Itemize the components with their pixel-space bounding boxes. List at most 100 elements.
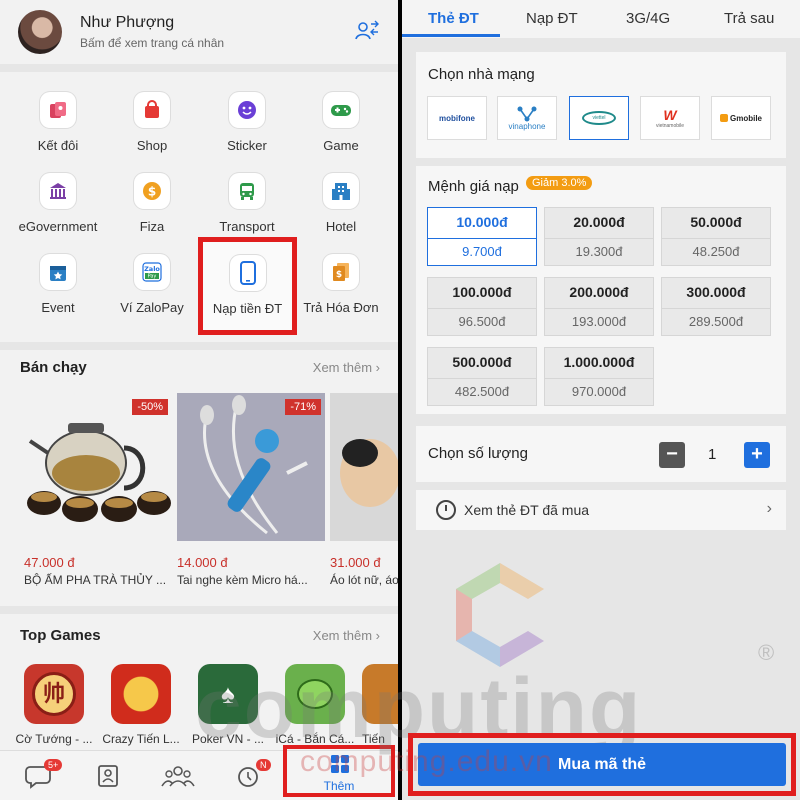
nav-timeline[interactable]: N <box>218 759 278 793</box>
quantity-decrement-button[interactable]: − <box>659 442 685 468</box>
tab-the-dt[interactable]: Thẻ ĐT <box>428 10 479 27</box>
tab-nap-dt[interactable]: Nạp ĐT <box>526 10 578 27</box>
product-price: 14.000 đ <box>177 555 228 570</box>
watermark-logo-icon <box>456 563 544 667</box>
denomination-option[interactable]: 10.000đ 9.700đ <box>427 207 537 266</box>
carrier-vinaphone[interactable]: vinaphone <box>497 96 557 140</box>
see-more-label: Xem thêm <box>312 360 373 375</box>
section-title: Top Games <box>20 627 101 644</box>
carrier-viettel[interactable]: viettel <box>569 96 629 140</box>
sticker-icon <box>229 92 265 128</box>
see-more-link[interactable]: Xem thêm › <box>313 628 380 643</box>
product-card[interactable]: 31.000 đ Áo lót nữ, áo <box>330 393 398 587</box>
carrier-label: viettel <box>592 115 606 121</box>
purchased-cards-row[interactable]: Xem thẻ ĐT đã mua › <box>416 490 786 530</box>
service-nap-tien-dt[interactable]: Nạp tiền ĐT <box>198 237 297 335</box>
denomination-option[interactable]: 300.000đ 289.500đ <box>661 277 771 336</box>
switch-account-icon[interactable] <box>354 18 380 44</box>
quantity-section: Chọn số lượng <box>416 426 786 482</box>
contact-book-icon <box>98 765 118 787</box>
denomination-price: 482.500đ <box>428 378 536 406</box>
game-item[interactable]: 帅 Cờ Tướng - ... <box>14 664 94 746</box>
government-icon <box>40 173 76 209</box>
carrier-mobifone[interactable]: mobifone <box>427 96 487 140</box>
service-shop[interactable]: Shop <box>104 92 200 172</box>
service-label: Ví ZaloPay <box>120 300 184 315</box>
clock-icon <box>436 500 456 520</box>
calendar-star-icon <box>40 254 76 290</box>
service-hotel[interactable]: Hotel <box>293 173 389 253</box>
denomination-option[interactable]: 100.000đ 96.500đ <box>427 277 537 336</box>
quantity-title: Chọn số lượng <box>428 445 528 462</box>
denomination-option[interactable]: 500.000đ 482.500đ <box>427 347 537 406</box>
service-ket-doi[interactable]: Kết đôi <box>10 92 106 172</box>
nav-more-label: Thêm <box>323 779 355 793</box>
nav-contacts[interactable] <box>78 759 138 793</box>
chinese-chess-icon: 帅 <box>24 664 84 724</box>
product-card[interactable]: -50% 47.000 đ BỘ ẤM PHA TRÀ THỦY ... <box>24 393 172 587</box>
game-item[interactable]: Crazy Tiến L... <box>101 664 181 746</box>
discount-badge: -50% <box>132 399 168 415</box>
service-zalopay[interactable]: Zalo Pay Ví ZaloPay <box>104 254 200 334</box>
svg-text:Zalo: Zalo <box>144 265 160 273</box>
viettel-logo-icon: viettel <box>582 111 616 125</box>
denomination-face: 500.000đ <box>452 354 512 370</box>
fiza-coin-icon: $ <box>134 173 170 209</box>
shop-bag-icon <box>134 92 170 128</box>
service-event[interactable]: Event <box>10 254 106 334</box>
carrier-vietnamobile[interactable]: W vietnamobile <box>640 96 700 140</box>
svg-text:$: $ <box>148 185 156 199</box>
denomination-price: 48.250đ <box>662 238 770 266</box>
quantity-increment-button[interactable]: + <box>744 442 770 468</box>
hotel-icon <box>323 173 359 209</box>
nav-messages[interactable]: 5+ <box>10 759 70 793</box>
denomination-face: 10.000đ <box>456 214 508 230</box>
profile-subtitle: Bấm để xem trang cá nhân <box>80 36 225 50</box>
service-label: eGovernment <box>18 219 98 234</box>
denomination-option[interactable]: 1.000.000đ 970.000đ <box>544 347 654 406</box>
tab-3g-4g[interactable]: 3G/4G <box>626 10 670 27</box>
bill-icon: $ <box>323 254 359 290</box>
service-tra-hoa-don[interactable]: $ Trả Hóa Đơn <box>293 254 389 334</box>
denomination-price: 19.300đ <box>545 238 653 266</box>
avatar[interactable] <box>18 10 62 54</box>
profile-header[interactable]: Như Phượng Bấm để xem trang cá nhân <box>0 0 398 64</box>
denomination-face: 200.000đ <box>569 284 629 300</box>
product-image-bra <box>330 393 398 541</box>
product-card[interactable]: -71% 14.000 đ Tai nghe kèm Micro há... <box>177 393 325 587</box>
service-label: Hotel <box>325 219 357 234</box>
nav-groups[interactable] <box>148 759 208 793</box>
service-sticker[interactable]: Sticker <box>199 92 295 172</box>
see-more-link[interactable]: Xem thêm › <box>313 360 380 375</box>
service-fiza[interactable]: $ Fiza <box>104 173 200 253</box>
discount-badge: -71% <box>285 399 321 415</box>
product-image-earphones: -71% <box>177 393 325 541</box>
service-label: Game <box>323 138 359 153</box>
denomination-option[interactable]: 200.000đ 193.000đ <box>544 277 654 336</box>
carrier-label: vietnamobile <box>655 123 685 129</box>
service-egovernment[interactable]: eGovernment <box>10 173 106 253</box>
svg-text:$: $ <box>336 270 342 280</box>
watermark-url: computing.edu.vn <box>300 745 553 778</box>
zalopay-icon: Zalo Pay <box>134 254 170 290</box>
service-label: Shop <box>136 138 168 153</box>
tab-tra-sau[interactable]: Trả sau <box>724 10 774 27</box>
tab-bar: Thẻ ĐT Nạp ĐT 3G/4G Trả sau <box>402 0 800 38</box>
carrier-gmobile[interactable]: Gmobile <box>711 96 771 140</box>
vinaphone-logo-icon <box>517 106 537 121</box>
purchased-cards-label: Xem thẻ ĐT đã mua <box>464 502 590 518</box>
watermark-registered: ® <box>758 640 775 665</box>
carrier-label: Gmobile <box>729 113 762 123</box>
denomination-option[interactable]: 20.000đ 19.300đ <box>544 207 654 266</box>
denomination-face: 300.000đ <box>686 284 746 300</box>
denomination-face: 100.000đ <box>452 284 512 300</box>
discount-badge: Giảm 3.0% <box>526 176 593 190</box>
bus-icon <box>229 173 265 209</box>
service-game[interactable]: Game <box>293 92 389 172</box>
denomination-price: 96.500đ <box>428 308 536 336</box>
gamepad-icon <box>323 92 359 128</box>
denomination-option[interactable]: 50.000đ 48.250đ <box>661 207 771 266</box>
service-label: Trả Hóa Đơn <box>303 300 379 315</box>
product-price: 47.000 đ <box>24 555 75 570</box>
product-name: BỘ ẤM PHA TRÀ THỦY ... <box>24 573 167 587</box>
